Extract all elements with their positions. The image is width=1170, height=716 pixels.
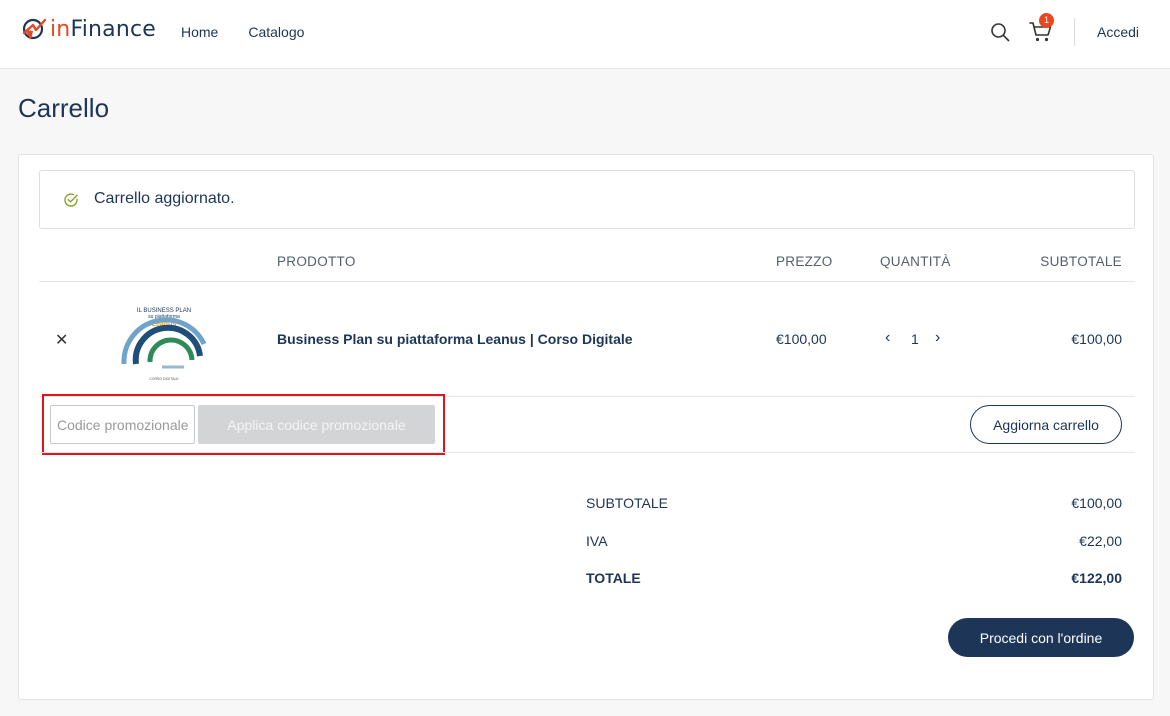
- remove-item-button[interactable]: ✕: [55, 330, 68, 350]
- row-subtotal: €100,00: [1071, 331, 1122, 347]
- svg-text:CORSO DIGITALE: CORSO DIGITALE: [149, 377, 179, 381]
- proceed-to-order-button[interactable]: Procedi con l'ordine: [948, 618, 1134, 657]
- page-title: Carrello: [18, 93, 110, 123]
- totals-iva-value: €22,00: [1079, 533, 1122, 549]
- header-product: PRODOTTO: [277, 254, 356, 269]
- actions-divider: [39, 452, 1135, 453]
- totals-subtotal-label: SUBTOTALE: [586, 495, 668, 511]
- quantity-value[interactable]: 1: [911, 331, 919, 347]
- brand-name: inFinance: [50, 16, 157, 42]
- cart-count-badge: 1: [1039, 13, 1054, 28]
- header-divider: [1074, 18, 1075, 46]
- cart-panel: Carrello aggiornato. PRODOTTO PREZZO QUA…: [18, 154, 1154, 700]
- notice-text: Carrello aggiornato.: [94, 190, 235, 207]
- totals-total-label: TOTALE: [586, 570, 641, 586]
- quantity-increase-button[interactable]: ›: [935, 329, 940, 347]
- highlight-box: [42, 394, 445, 455]
- totals-iva-label: IVA: [586, 533, 608, 549]
- main-nav: Home Catalogo: [181, 24, 304, 40]
- login-link[interactable]: Accedi: [1097, 24, 1139, 40]
- search-icon[interactable]: [990, 22, 1010, 42]
- brand-logo[interactable]: inFinance: [21, 16, 156, 42]
- product-price: €100,00: [776, 331, 827, 347]
- totals-total-value: €122,00: [1071, 570, 1122, 586]
- header-subtotal: SUBTOTALE: [1040, 254, 1122, 269]
- table-header-divider: [39, 281, 1135, 282]
- check-circle-icon: [64, 193, 78, 207]
- header-quantity: QUANTITÀ: [880, 254, 951, 269]
- logo-mark-icon: [22, 18, 47, 40]
- nav-home[interactable]: Home: [181, 24, 218, 40]
- totals-subtotal-value: €100,00: [1071, 495, 1122, 511]
- product-thumbnail[interactable]: IL BUSINESS PLAN su piattaforma Leanus C…: [112, 304, 216, 382]
- update-cart-button[interactable]: Aggiorna carrello: [970, 405, 1122, 444]
- product-name-link[interactable]: Business Plan su piattaforma Leanus | Co…: [277, 331, 633, 347]
- update-notice: Carrello aggiornato.: [39, 170, 1135, 229]
- quantity-decrease-button[interactable]: ‹: [885, 329, 890, 347]
- nav-catalogo[interactable]: Catalogo: [248, 24, 304, 40]
- top-header: inFinance Home Catalogo 1 Accedi: [0, 0, 1170, 69]
- header-price: PREZZO: [776, 254, 833, 269]
